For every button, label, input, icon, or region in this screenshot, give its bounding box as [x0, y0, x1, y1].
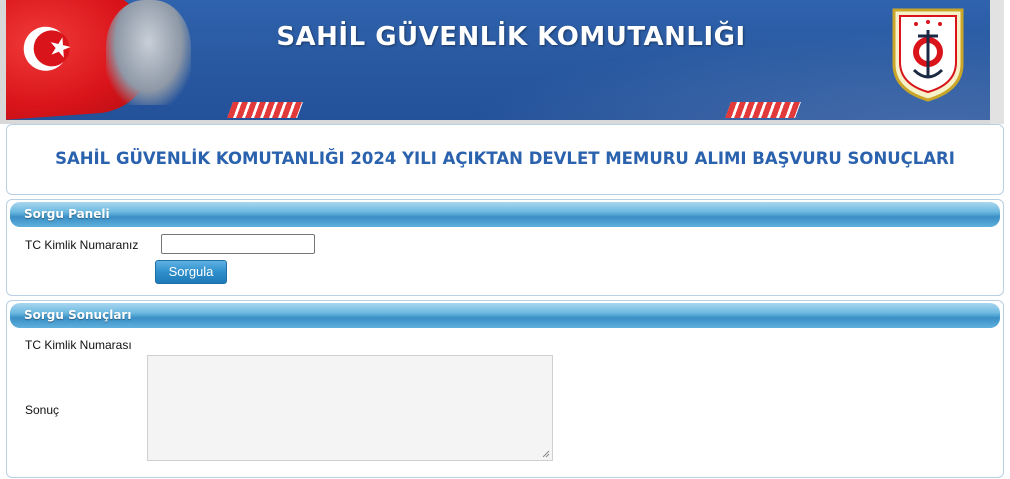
tc-kimlik-input[interactable]: [161, 234, 315, 254]
coast-guard-emblem: [892, 8, 964, 102]
resize-grip-icon[interactable]: [542, 450, 550, 458]
banner-wave-decoration: [306, 0, 990, 120]
query-button[interactable]: Sorgula: [155, 260, 227, 284]
result-textarea[interactable]: [147, 355, 553, 461]
ataturk-portrait: [106, 0, 191, 105]
results-panel-header: Sorgu Sonuçları: [10, 303, 1000, 328]
page-title: SAHİL GÜVENLİK KOMUTANLIĞI 2024 YILI AÇI…: [55, 149, 955, 168]
banner-stripe-left: [227, 102, 303, 118]
query-panel-header: Sorgu Paneli: [10, 202, 1000, 227]
result-tc-label: TC Kimlik Numarası: [25, 338, 132, 352]
result-label: Sonuç: [25, 403, 60, 417]
site-banner: SAHİL GÜVENLİK KOMUTANLIĞI: [6, 0, 990, 124]
banner-title: SAHİL GÜVENLİK KOMUTANLIĞI: [276, 22, 746, 52]
banner-right-edge: [990, 0, 1004, 124]
tc-input-label: TC Kimlik Numaranız: [25, 238, 139, 252]
results-panel: Sorgu Sonuçları TC Kimlik Numarası Sonuç: [6, 300, 1004, 478]
page-title-box: SAHİL GÜVENLİK KOMUTANLIĞI 2024 YILI AÇI…: [6, 124, 1004, 195]
query-panel: Sorgu Paneli TC Kimlik Numaranız Sorgula: [6, 199, 1004, 296]
banner-stripe-right: [725, 102, 801, 118]
